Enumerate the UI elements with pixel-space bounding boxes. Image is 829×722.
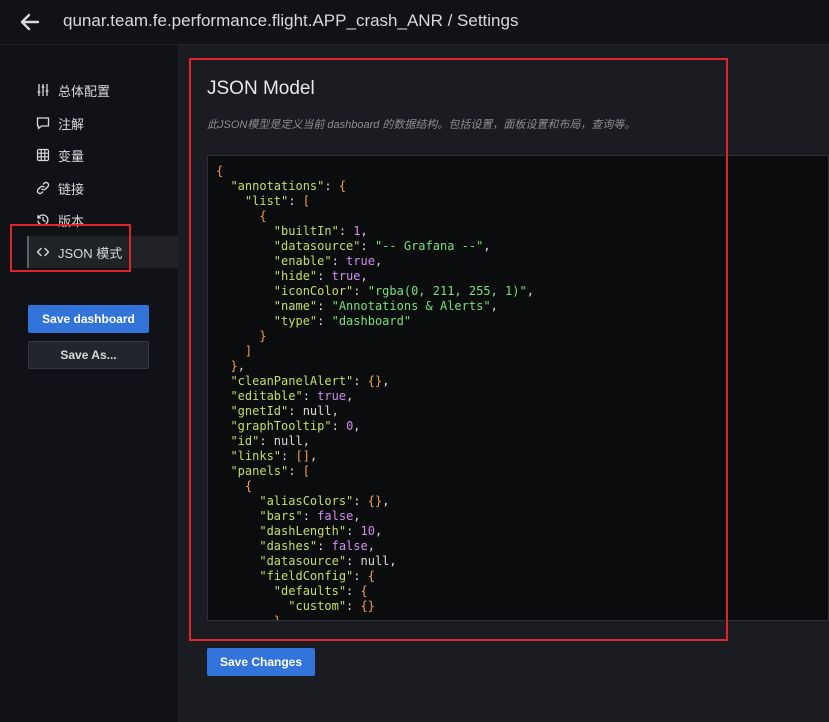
nav-item-general[interactable]: 总体配置 [36,80,110,100]
nav-item-label: 链接 [58,181,85,197]
highlight-box-json-model [189,58,728,641]
settings-sidebar [0,45,178,722]
arrow-left-icon [20,13,40,31]
nav-item-links[interactable]: 链接 [36,178,84,198]
save-dashboard-button[interactable]: Save dashboard [28,305,149,333]
link-icon [36,181,50,195]
back-button[interactable] [18,10,42,34]
save-as-button[interactable]: Save As... [28,341,149,369]
save-changes-button[interactable]: Save Changes [207,648,315,676]
nav-item-annotations[interactable]: 注解 [36,113,84,133]
page-title: qunar.team.fe.performance.flight.APP_cra… [63,11,519,30]
comment-icon [36,116,50,130]
top-bar: qunar.team.fe.performance.flight.APP_cra… [0,0,829,45]
nav-item-label: 总体配置 [58,83,111,99]
nav-item-variables[interactable]: 变量 [36,145,84,165]
nav-item-label: 变量 [58,148,85,164]
sliders-icon [36,83,50,97]
nav-item-label: 注解 [58,116,85,132]
grid-icon [36,148,50,162]
highlight-box-nav [10,224,131,272]
